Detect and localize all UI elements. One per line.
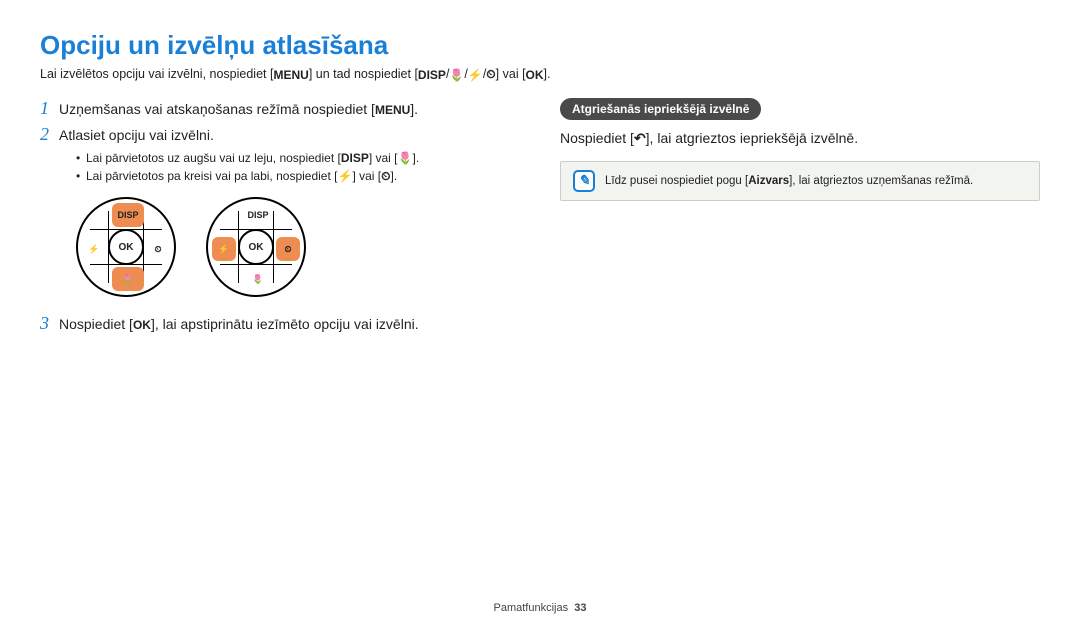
- dpad-right-icon: ⏲: [276, 237, 300, 261]
- disp-icon: DISP: [341, 151, 369, 165]
- bullet-item: Lai pārvietotos uz augšu vai uz leju, no…: [76, 149, 520, 167]
- ok-icon: OK: [526, 68, 544, 82]
- intro-text: Lai izvēlētos opciju vai izvēlni, nospie…: [40, 67, 1040, 82]
- bullet-item: Lai pārvietotos pa kreisi vai pa labi, n…: [76, 167, 520, 185]
- note-box: ✎ Līdz pusei nospiediet pogu [Aizvars], …: [560, 161, 1040, 201]
- page-footer: Pamatfunkcijas 33: [0, 602, 1080, 614]
- left-column: 1 Uzņemšanas vai atskaņošanas režīmā nos…: [40, 98, 520, 339]
- step-3: 3 Nospiediet [OK], lai apstiprinātu iezī…: [40, 313, 520, 335]
- timer-icon: ⏲: [381, 169, 390, 183]
- return-instruction: Nospiediet [↶], lai atgrieztos iepriekšē…: [560, 130, 1040, 147]
- dpad-down-icon: 🌷: [242, 267, 274, 291]
- dpad-vertical: DISP 🌷 ⚡ ⏲ OK: [76, 197, 176, 297]
- dpad-ok: OK: [108, 229, 144, 265]
- menu-icon: MENU: [273, 68, 308, 82]
- return-icon: ↶: [634, 130, 646, 146]
- timer-icon: ⏲: [486, 67, 495, 82]
- step-text: Uzņemšanas vai atskaņošanas režīmā nospi…: [59, 98, 418, 120]
- dpad-ok: OK: [238, 229, 274, 265]
- dpad-left-icon: ⚡: [212, 237, 236, 261]
- page-title: Opciju un izvēlņu atlasīšana: [40, 30, 1040, 61]
- step-text: Nospiediet [OK], lai apstiprinātu iezīmē…: [59, 313, 419, 335]
- right-column: Atgriešanās iepriekšējā izvēlnē Nospiedi…: [560, 98, 1040, 339]
- dpad-up-icon: DISP: [112, 203, 144, 227]
- flash-icon: ⚡: [337, 169, 352, 183]
- step-2-bullets: Lai pārvietotos uz augšu vai uz leju, no…: [76, 149, 520, 185]
- step-2: 2 Atlasiet opciju vai izvēlni.: [40, 124, 520, 146]
- step-1: 1 Uzņemšanas vai atskaņošanas režīmā nos…: [40, 98, 520, 120]
- note-icon: ✎: [573, 170, 595, 192]
- note-text: Līdz pusei nospiediet pogu [Aizvars], la…: [605, 173, 973, 189]
- dpad-down-icon: 🌷: [112, 267, 144, 291]
- step-number: 3: [40, 313, 49, 335]
- flash-icon: ⚡: [468, 68, 483, 82]
- dpad-up-icon: DISP: [242, 203, 274, 227]
- step-number: 1: [40, 98, 49, 120]
- section-pill: Atgriešanās iepriekšējā izvēlnē: [560, 98, 761, 120]
- dpad-right-icon: ⏲: [146, 237, 170, 261]
- dpad-horizontal: DISP 🌷 ⚡ ⏲ OK: [206, 197, 306, 297]
- menu-icon: MENU: [375, 102, 410, 119]
- step-number: 2: [40, 124, 49, 146]
- macro-icon: 🌷: [398, 151, 413, 165]
- macro-icon: 🌷: [449, 68, 464, 82]
- ok-icon: OK: [133, 317, 151, 334]
- dpad-diagrams: DISP 🌷 ⚡ ⏲ OK DISP 🌷 ⚡ ⏲ OK: [76, 197, 520, 297]
- dpad-left-icon: ⚡: [82, 237, 106, 261]
- step-text: Atlasiet opciju vai izvēlni.: [59, 124, 214, 146]
- disp-icon: DISP: [418, 68, 446, 82]
